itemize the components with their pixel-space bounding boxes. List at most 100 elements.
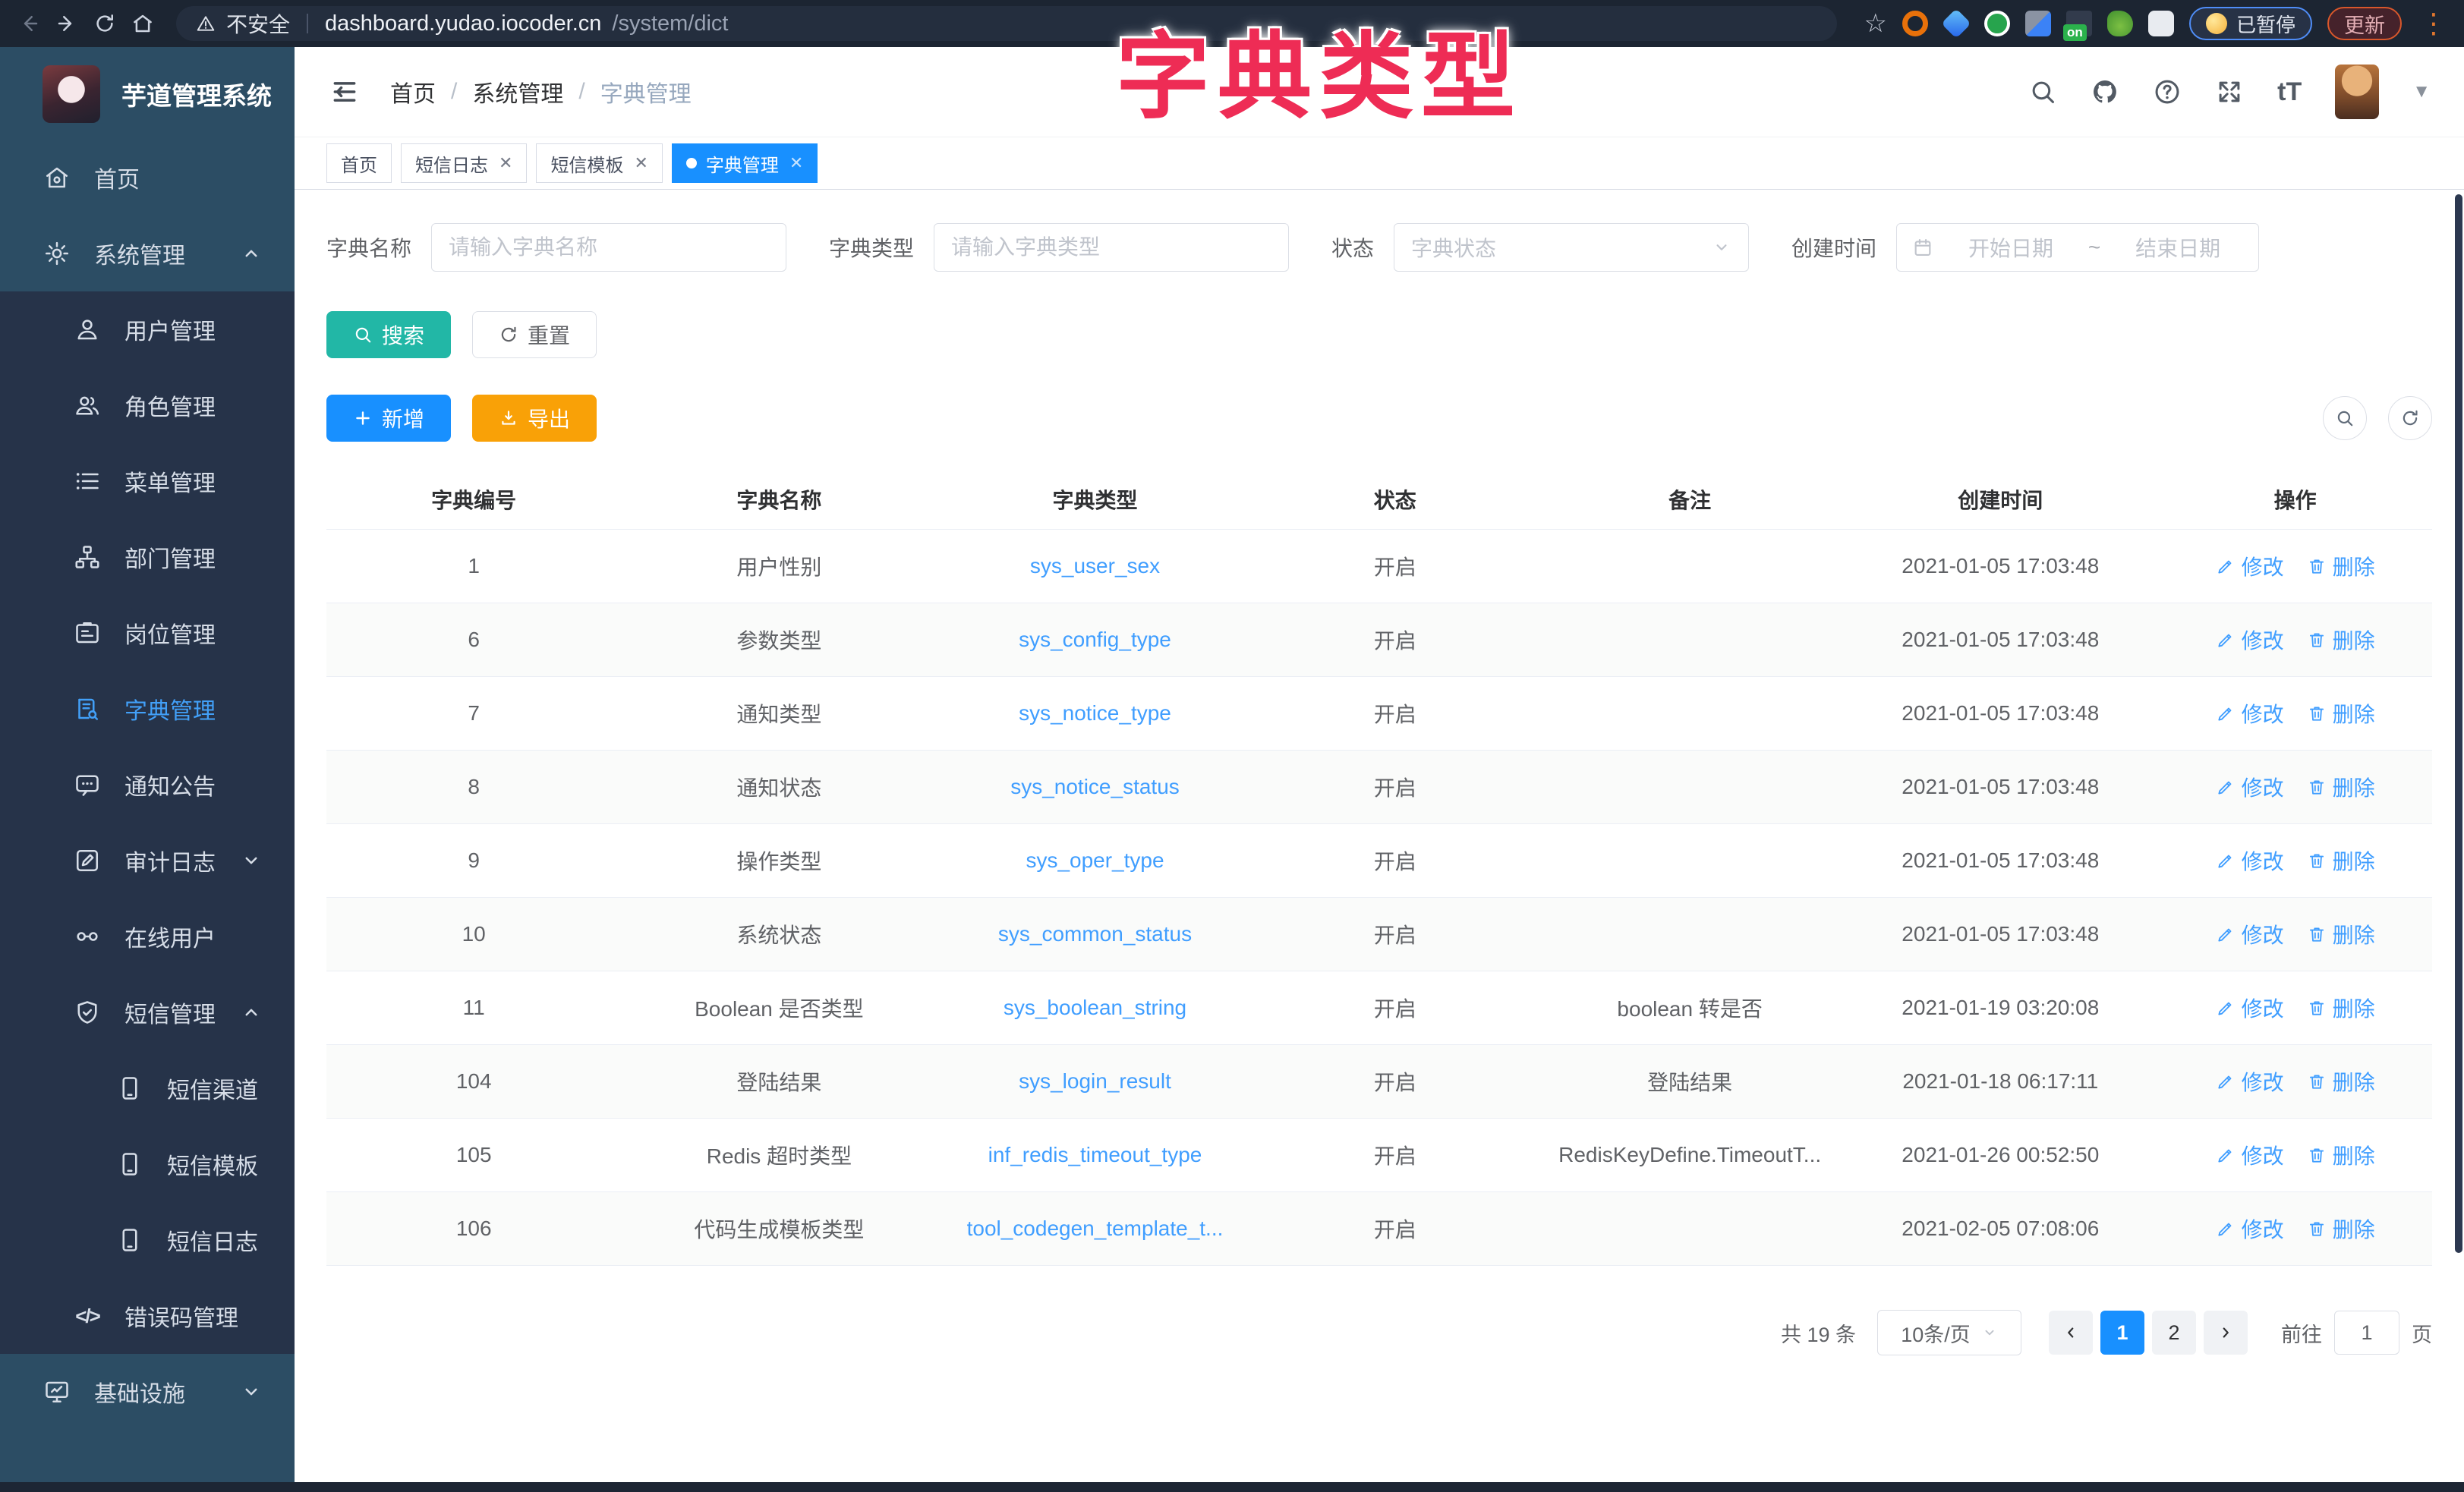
sidebar-item-users[interactable]: 用户管理 (0, 291, 295, 367)
edit-link[interactable]: 修改 (2216, 772, 2284, 802)
browser-menu-icon[interactable]: ⋮ (2417, 10, 2450, 37)
dict-type-link[interactable]: tool_codegen_template_t... (967, 1217, 1224, 1240)
page-scrollbar[interactable] (2455, 194, 2462, 1253)
sidebar-item-dict[interactable]: 字典管理 (0, 671, 295, 747)
prev-page-button[interactable] (2049, 1311, 2093, 1355)
sidebar-item-online-users[interactable]: 在线用户 (0, 899, 295, 974)
dict-type-input[interactable] (934, 223, 1289, 272)
close-icon[interactable]: ✕ (634, 153, 648, 173)
dict-type-link[interactable]: sys_boolean_string (1004, 996, 1186, 1019)
close-icon[interactable]: ✕ (499, 153, 512, 173)
fullscreen-icon[interactable] (2215, 77, 2244, 106)
sidebar-item-sms[interactable]: 短信管理 (0, 974, 295, 1050)
sidebar-item-label: 菜单管理 (124, 464, 216, 498)
delete-link[interactable]: 删除 (2307, 625, 2375, 655)
close-icon[interactable]: ✕ (789, 153, 803, 173)
sidebar-item-depts[interactable]: 部门管理 (0, 519, 295, 595)
dict-name-input[interactable] (431, 223, 786, 272)
browser-extension-icon[interactable] (1943, 11, 1969, 36)
menu-fold-icon[interactable] (328, 75, 361, 109)
dict-type-link[interactable]: inf_redis_timeout_type (988, 1143, 1202, 1166)
table-search-toggle-button[interactable] (2323, 396, 2367, 440)
browser-extension-icon[interactable] (1984, 11, 2010, 36)
sidebar-item-audit-log[interactable]: 审计日志 (0, 823, 295, 899)
search-icon[interactable] (2028, 77, 2057, 106)
sidebar-item-roles[interactable]: 角色管理 (0, 367, 295, 443)
delete-link[interactable]: 删除 (2307, 1140, 2375, 1170)
dict-type-link[interactable]: sys_notice_status (1010, 775, 1180, 798)
sidebar-item-system[interactable]: 系统管理 (0, 216, 295, 291)
dict-type-link[interactable]: sys_common_status (998, 922, 1192, 946)
tab-短信模板[interactable]: 短信模板✕ (536, 143, 662, 183)
breadcrumb-system[interactable]: 系统管理 (472, 75, 563, 109)
sidebar-item-sms-channel[interactable]: 短信渠道 (0, 1050, 295, 1126)
address-bar[interactable]: 不安全 dashboard.yudao.iocoder.cn/system/di… (176, 6, 1837, 41)
dict-type-link[interactable]: sys_notice_type (1019, 701, 1171, 725)
delete-link[interactable]: 删除 (2307, 551, 2375, 581)
tab-首页[interactable]: 首页 (326, 143, 392, 183)
browser-reload-button[interactable] (90, 8, 120, 39)
sidebar-item-infra[interactable]: 基础设施 (0, 1354, 295, 1430)
app-logo[interactable]: 芋道管理系统 (0, 47, 295, 140)
delete-link[interactable]: 删除 (2307, 698, 2375, 729)
edit-link[interactable]: 修改 (2216, 845, 2284, 876)
table-refresh-button[interactable] (2388, 396, 2432, 440)
search-button[interactable]: 搜索 (326, 311, 451, 358)
edit-link[interactable]: 修改 (2216, 625, 2284, 655)
edit-link[interactable]: 修改 (2216, 1066, 2284, 1097)
status-select-placeholder: 字典状态 (1411, 232, 1496, 263)
dict-type-link[interactable]: sys_login_result (1019, 1069, 1171, 1093)
date-range-picker[interactable]: 开始日期 ~ 结束日期 (1896, 223, 2259, 272)
tab-字典管理[interactable]: 字典管理✕ (672, 143, 818, 183)
tab-短信日志[interactable]: 短信日志✕ (401, 143, 527, 183)
edit-link[interactable]: 修改 (2216, 993, 2284, 1023)
browser-extension-icon[interactable] (1902, 11, 1928, 36)
sidebar-item-error-code[interactable]: </>错误码管理 (0, 1278, 295, 1354)
page-number-2[interactable]: 2 (2152, 1311, 2196, 1355)
browser-extension-icon[interactable] (2025, 11, 2051, 36)
font-size-icon[interactable]: tT (2277, 77, 2302, 107)
dict-type-link[interactable]: sys_config_type (1019, 628, 1171, 651)
next-page-button[interactable] (2204, 1311, 2248, 1355)
reset-button[interactable]: 重置 (472, 311, 597, 358)
dict-type-link[interactable]: sys_oper_type (1026, 848, 1164, 872)
edit-link[interactable]: 修改 (2216, 1213, 2284, 1244)
sidebar-item-posts[interactable]: 岗位管理 (0, 595, 295, 671)
github-icon[interactable] (2091, 77, 2119, 106)
sidebar-item-sms-template[interactable]: 短信模板 (0, 1126, 295, 1202)
delete-link[interactable]: 删除 (2307, 993, 2375, 1023)
edit-link[interactable]: 修改 (2216, 919, 2284, 949)
extensions-puzzle-icon[interactable] (2148, 11, 2174, 36)
bookmark-star-icon[interactable]: ☆ (1864, 11, 1887, 36)
sidebar-item-menus[interactable]: 菜单管理 (0, 443, 295, 519)
edit-link[interactable]: 修改 (2216, 1140, 2284, 1170)
edit-link[interactable]: 修改 (2216, 551, 2284, 581)
page-number-1[interactable]: 1 (2100, 1311, 2144, 1355)
edit-link[interactable]: 修改 (2216, 698, 2284, 729)
export-button[interactable]: 导出 (472, 395, 597, 442)
profile-paused-chip[interactable]: 已暂停 (2189, 7, 2312, 40)
chevron-down-icon[interactable]: ▼ (2412, 81, 2431, 102)
delete-link[interactable]: 删除 (2307, 919, 2375, 949)
browser-home-button[interactable] (128, 8, 158, 39)
browser-extension-icon[interactable] (2107, 11, 2133, 36)
dict-type-link[interactable]: sys_user_sex (1030, 554, 1160, 578)
browser-update-button[interactable]: 更新 (2327, 7, 2402, 40)
sidebar-item-notice[interactable]: 通知公告 (0, 747, 295, 823)
delete-link[interactable]: 删除 (2307, 1213, 2375, 1244)
breadcrumb-home[interactable]: 首页 (390, 75, 436, 109)
sidebar-item-sms-log[interactable]: 短信日志 (0, 1202, 295, 1278)
browser-back-button[interactable] (14, 8, 44, 39)
help-icon[interactable] (2153, 77, 2182, 106)
page-size-select[interactable]: 10条/页 (1877, 1310, 2021, 1355)
delete-link[interactable]: 删除 (2307, 772, 2375, 802)
delete-link[interactable]: 删除 (2307, 1066, 2375, 1097)
user-avatar[interactable] (2335, 65, 2379, 119)
goto-page-input[interactable] (2334, 1311, 2399, 1355)
browser-extension-icon[interactable]: on (2066, 11, 2092, 36)
status-select[interactable]: 字典状态 (1394, 223, 1749, 272)
browser-forward-button[interactable] (52, 8, 82, 39)
delete-link[interactable]: 删除 (2307, 845, 2375, 876)
add-button[interactable]: 新增 (326, 395, 451, 442)
sidebar-item-home[interactable]: 首页 (0, 140, 295, 216)
